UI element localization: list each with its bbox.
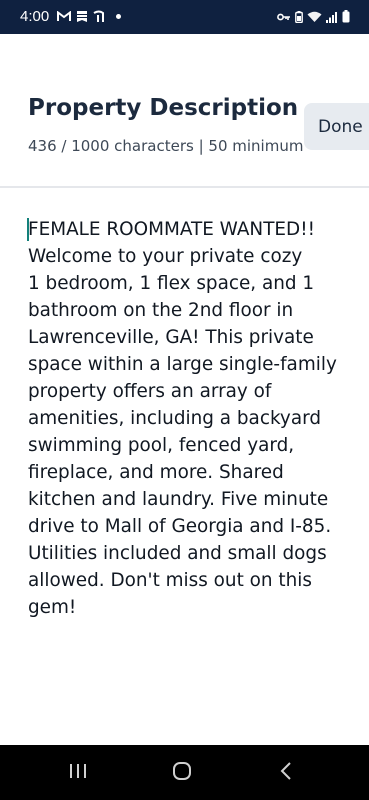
recents-button[interactable] [48, 745, 108, 800]
character-count: 436 / 1000 characters | 50 minimum [28, 137, 304, 155]
home-button[interactable] [152, 745, 212, 800]
battery-icon [342, 10, 350, 23]
recents-icon [68, 763, 88, 783]
page-title: Property Description [28, 95, 299, 121]
header-divider [0, 186, 369, 188]
status-left-icons [57, 10, 121, 22]
app-notification-icon [93, 10, 105, 22]
description-textarea[interactable]: FEMALE ROOMMATE WANTED!! Welcome to your… [28, 216, 348, 621]
home-icon [172, 761, 192, 785]
key-icon [277, 12, 291, 22]
navigation-bar [0, 745, 369, 800]
dot-icon [116, 13, 121, 19]
status-bar: 4:00 [0, 0, 369, 34]
back-button[interactable] [256, 745, 316, 800]
status-right-icons [277, 10, 350, 23]
signal-icon [326, 11, 338, 23]
bookmark-icon [76, 10, 88, 22]
done-button[interactable]: Done [304, 103, 369, 150]
gmail-icon [57, 10, 71, 22]
wifi-icon [307, 11, 322, 23]
battery-saver-icon [295, 10, 303, 23]
status-time: 4:00 [20, 8, 50, 25]
back-icon [279, 761, 293, 785]
